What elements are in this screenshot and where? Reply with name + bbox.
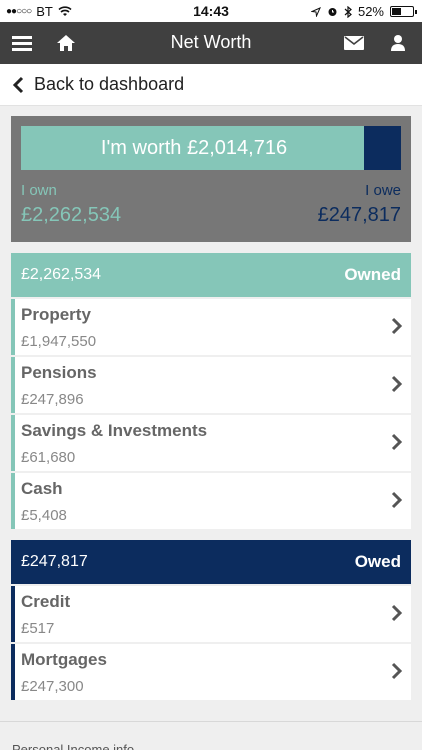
footer-link[interactable]: Personal Income info... (12, 742, 145, 750)
chevron-right-icon (391, 317, 403, 335)
profile-button[interactable] (378, 22, 418, 64)
battery-percent: 52% (357, 4, 384, 19)
owed-label: Owed (354, 552, 401, 571)
asset-value: £5,408 (21, 507, 67, 524)
back-to-dashboard-link[interactable]: Back to dashboard (0, 64, 422, 106)
chevron-right-icon (391, 375, 403, 393)
liability-row-credit[interactable]: Credit £517 (11, 586, 411, 642)
back-label: Back to dashboard (34, 74, 185, 94)
owned-total: £2,262,534 (21, 266, 102, 283)
footer-divider (0, 721, 422, 722)
messages-button[interactable] (334, 22, 374, 64)
bluetooth-icon (344, 5, 352, 18)
asset-value: £1,947,550 (21, 333, 97, 350)
liability-name: Credit (21, 592, 71, 611)
asset-name: Pensions (21, 363, 97, 382)
asset-row-property[interactable]: Property £1,947,550 (11, 299, 411, 355)
liability-name: Mortgages (21, 650, 107, 669)
owed-total: £247,817 (21, 553, 88, 570)
own-label: I own (21, 182, 57, 199)
envelope-icon (344, 36, 364, 50)
status-right: 52% (310, 4, 417, 19)
owned-header: £2,262,534 Owned (11, 253, 411, 297)
owned-section: £2,262,534 Owned Property £1,947,550 Pen… (11, 253, 411, 529)
nav-bar: Net Worth (0, 22, 422, 64)
chevron-right-icon (391, 491, 403, 509)
owned-label: Owned (344, 265, 401, 284)
owed-header: £247,817 Owed (11, 540, 411, 584)
chevron-right-icon (391, 433, 403, 451)
asset-value: £247,896 (21, 391, 84, 408)
status-bar: ●●○○○ BT 14:43 52% (0, 0, 422, 22)
asset-row-savings-investments[interactable]: Savings & Investments £61,680 (11, 415, 411, 471)
alarm-icon (328, 8, 337, 16)
owe-value: £247,817 (317, 204, 401, 226)
own-value: £2,262,534 (21, 204, 122, 226)
user-icon (391, 35, 405, 51)
location-icon (310, 6, 321, 17)
battery-fill (392, 8, 402, 15)
liability-value: £247,300 (21, 678, 84, 695)
chevron-left-icon (12, 76, 24, 93)
asset-name: Property (21, 305, 91, 324)
chevron-right-icon (391, 604, 403, 622)
chevron-right-icon (391, 662, 403, 680)
owe-label: I owe (365, 182, 401, 199)
asset-name: Cash (21, 479, 63, 498)
net-worth-summary: I'm worth £2,014,716 I own £2,262,534 I … (11, 116, 411, 242)
liability-row-mortgages[interactable]: Mortgages £247,300 (11, 644, 411, 700)
asset-row-cash[interactable]: Cash £5,408 (11, 473, 411, 529)
owed-section: £247,817 Owed Credit £517 Mortgages £247… (11, 540, 411, 700)
asset-row-pensions[interactable]: Pensions £247,896 (11, 357, 411, 413)
asset-value: £61,680 (21, 449, 76, 466)
owe-bar-segment (363, 126, 401, 170)
battery-icon (390, 6, 417, 17)
asset-name: Savings & Investments (21, 421, 208, 440)
worth-bar: I'm worth £2,014,716 (21, 126, 401, 170)
worth-headline: I'm worth £2,014,716 (100, 136, 288, 159)
liability-value: £517 (21, 620, 55, 637)
